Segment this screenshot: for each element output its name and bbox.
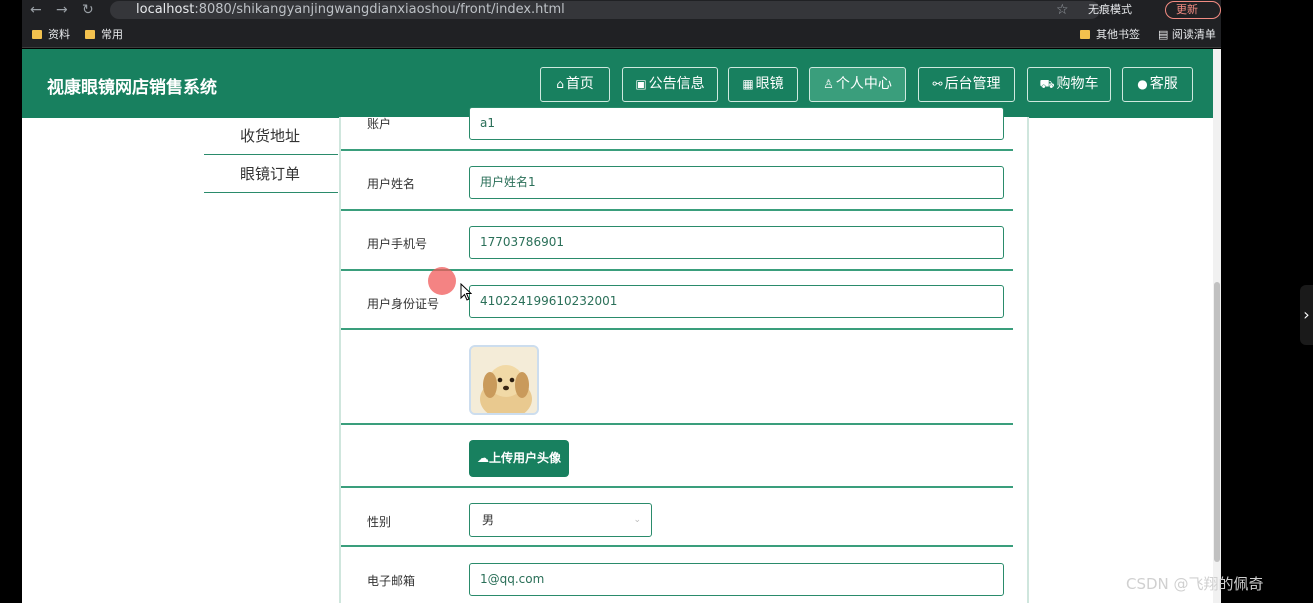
incognito-label: 无痕模式 [1088, 3, 1132, 16]
gender-select[interactable]: 男 ⌄ [469, 503, 652, 537]
bookmark-item[interactable]: 资料 [32, 22, 70, 48]
nav-admin[interactable]: ⚯ 后台管理 [918, 67, 1015, 102]
gender-label: 性别 [367, 515, 392, 529]
link-icon: ⚯ [932, 77, 943, 91]
folder-icon [32, 30, 42, 39]
nav-glasses-label: 眼镜 [755, 76, 784, 92]
user-icon: ♙ [823, 77, 834, 91]
chevron-down-icon: ⌄ [633, 515, 641, 525]
page: 视康眼镜网店销售系统 ⌂ 首页 ▣ 公告信息 ▦ 眼镜 ♙ 个人中心 ⚯ 后台管理 ⛟ 购物… [22, 49, 1213, 603]
chat-icon: ● [1137, 77, 1148, 91]
other-bookmarks-label: 其他书签 [1096, 28, 1140, 41]
cart-icon: ⛟ [1039, 77, 1055, 91]
form-row-email: 电子邮箱 1@qq.com [341, 547, 1013, 603]
nav-support-label: 客服 [1149, 76, 1178, 92]
nav-announcements[interactable]: ▣ 公告信息 [622, 67, 718, 102]
address-bar[interactable]: localhost:8080/shikangyanjingwangdianxia… [110, 1, 1100, 19]
phone-field[interactable]: 17703786901 [469, 226, 1004, 259]
account-field[interactable]: a1 [469, 107, 1004, 140]
reload-icon[interactable]: ↻ [82, 1, 94, 19]
nav-support[interactable]: ● 客服 [1122, 67, 1193, 102]
bookmark-label: 常用 [101, 28, 123, 41]
id-number-field[interactable]: 410224199610232001 [469, 285, 1004, 318]
scrollbar-thumb[interactable] [1214, 282, 1220, 562]
mouse-cursor-icon [460, 283, 472, 301]
gift-icon: ▣ [635, 77, 647, 91]
name-field[interactable]: 用户姓名1 [469, 166, 1004, 199]
side-expand-button[interactable]: › [1300, 285, 1313, 345]
phone-label: 用户手机号 [367, 237, 428, 251]
home-icon: ⌂ [556, 77, 564, 91]
nav-glasses[interactable]: ▦ 眼镜 [728, 67, 798, 102]
form-row-phone: 用户手机号 17703786901 [341, 211, 1013, 271]
id-number-label: 用户身份证号 [367, 297, 440, 311]
avatar [469, 345, 539, 415]
profile-form: 账户 a1 用户姓名 用户姓名1 用户手机号 17703786901 用户身份证… [339, 107, 1029, 603]
browser-toolbar: ← → ↻ localhost:8080/shikangyanjingwangd… [22, 0, 1221, 22]
gender-value: 男 [482, 513, 495, 527]
bookmarks-bar: 资料 常用 其他书签 ▤ 阅读清单 [22, 22, 1221, 48]
forward-icon[interactable]: → [56, 1, 68, 19]
sidebar-item-address[interactable]: 收货地址 [204, 117, 338, 155]
upload-avatar-button[interactable]: ☁上传用户头像 [469, 440, 569, 477]
account-label: 账户 [367, 117, 392, 131]
form-row-account: 账户 a1 [341, 107, 1013, 151]
watermark: CSDN @飞翔的佩奇 [1126, 575, 1264, 593]
nav-home-label: 首页 [565, 76, 594, 92]
nav-cart-label: 购物车 [1056, 76, 1099, 92]
chevron-right-icon: › [1303, 305, 1310, 324]
nav-personal-center[interactable]: ♙ 个人中心 [809, 67, 906, 102]
nav-admin-label: 后台管理 [944, 76, 1001, 92]
nav-personal-center-label: 个人中心 [835, 76, 892, 92]
nav-announcements-label: 公告信息 [648, 76, 705, 92]
grid-icon: ▦ [742, 77, 754, 91]
other-bookmarks[interactable]: 其他书签 [1080, 22, 1140, 48]
email-label: 电子邮箱 [367, 574, 416, 588]
bookmark-item[interactable]: 常用 [85, 22, 123, 48]
upload-avatar-label: 上传用户头像 [488, 451, 561, 465]
url-path: :8080/shikangyanjingwangdianxiaoshou/fro… [194, 2, 565, 17]
folder-icon [85, 30, 95, 39]
cloud-upload-icon: ☁ [476, 451, 489, 465]
bookmark-label: 资料 [48, 28, 70, 41]
star-icon[interactable]: ☆ [1056, 1, 1069, 19]
page-scrollbar[interactable] [1213, 49, 1221, 603]
update-button[interactable]: 更新 [1165, 1, 1221, 19]
puppy-image [471, 347, 537, 413]
form-row-avatar [341, 330, 1013, 425]
form-row-gender: 性别 [341, 488, 1013, 547]
nav-cart[interactable]: ⛟ 购物车 [1027, 67, 1111, 102]
click-indicator [428, 267, 456, 295]
back-icon[interactable]: ← [30, 1, 42, 19]
email-field[interactable]: 1@qq.com [469, 563, 1004, 596]
sidebar-item-orders[interactable]: 眼镜订单 [204, 155, 338, 193]
form-row-name: 用户姓名 用户姓名1 [341, 151, 1013, 211]
nav-home[interactable]: ⌂ 首页 [540, 67, 610, 102]
name-label: 用户姓名 [367, 177, 416, 191]
url-host: localhost [136, 2, 195, 17]
reading-list-label: 阅读清单 [1171, 28, 1216, 41]
folder-icon [1080, 30, 1090, 39]
form-row-upload [341, 425, 1013, 488]
reading-list-icon: ▤ [1158, 28, 1172, 41]
site-title: 视康眼镜网店销售系统 [47, 78, 217, 98]
reading-list[interactable]: ▤ 阅读清单 [1158, 22, 1216, 48]
